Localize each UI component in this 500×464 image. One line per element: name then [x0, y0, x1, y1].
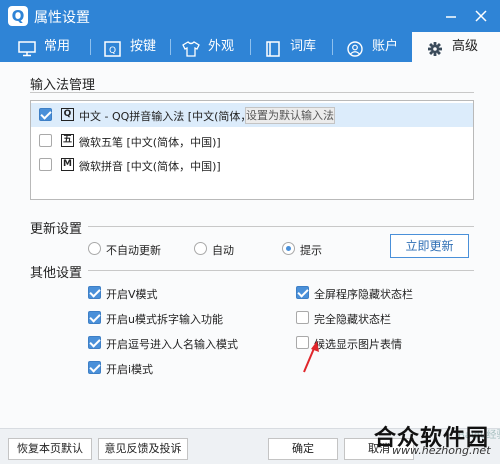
other-heading: 其他设置	[30, 266, 83, 281]
option-label: 候选显示图片表情	[314, 338, 402, 351]
ime-label: 中文 - QQ拼音输入法 [中文(简体，...	[79, 110, 262, 123]
keyboard-icon: Q	[104, 39, 122, 57]
minimize-icon[interactable]	[444, 6, 458, 32]
tab-label: 高级	[452, 39, 479, 54]
list-item[interactable]: M 微软拼音 [中文(简体，中国)]	[31, 153, 473, 177]
update-heading: 更新设置	[30, 222, 83, 237]
radio-auto-update[interactable]	[194, 242, 207, 255]
shirt-icon	[182, 39, 200, 57]
v-mode-checkbox[interactable]	[88, 286, 101, 299]
watermark-url: www.hezhong.net	[392, 444, 491, 457]
tab-separator	[250, 39, 251, 55]
tab-separator	[170, 39, 171, 55]
svg-text:Q: Q	[109, 46, 116, 56]
user-icon	[346, 39, 364, 57]
qq-pinyin-icon: Q	[61, 108, 74, 121]
monitor-icon	[18, 39, 36, 57]
tab-label: 外观	[208, 39, 235, 54]
ime-label: 微软五笔 [中文(简体，中国)]	[79, 136, 221, 149]
tab-keys[interactable]: Q 按键	[104, 32, 166, 62]
app-logo-icon: Q	[8, 6, 28, 26]
feedback-button[interactable]: 意见反馈及投诉	[98, 438, 188, 460]
list-item[interactable]: Q 中文 - QQ拼音输入法 [中文(简体，... 设置为默认输入法	[31, 103, 473, 127]
radio-no-auto-update[interactable]	[88, 242, 101, 255]
u-mode-checkbox[interactable]	[88, 311, 101, 324]
tab-common[interactable]: 常用	[18, 32, 80, 62]
option-label: 全屏程序隐藏状态栏	[314, 288, 413, 301]
hide-statusbar-fullscreen-checkbox[interactable]	[296, 286, 309, 299]
divider	[88, 270, 474, 271]
tab-bar: 常用 Q 按键 外观 词库 账户 高级	[0, 32, 500, 62]
tab-label: 按键	[130, 39, 157, 54]
list-item[interactable]: 五 微软五笔 [中文(简体，中国)]	[31, 129, 473, 153]
update-now-button[interactable]: 立即更新	[390, 234, 469, 258]
book-icon	[264, 39, 282, 57]
window-title: 属性设置	[34, 10, 90, 26]
tab-separator	[332, 39, 333, 55]
tab-account[interactable]: 账户	[346, 32, 408, 62]
option-label: 开启V模式	[106, 288, 158, 301]
radio-prompt-update[interactable]	[282, 242, 295, 255]
name-mode-checkbox[interactable]	[88, 336, 101, 349]
radio-label: 提示	[300, 244, 322, 257]
title-bar: Q 属性设置	[0, 0, 500, 32]
tab-advanced[interactable]: 高级	[412, 32, 500, 62]
red-arrow-annotation	[300, 340, 322, 377]
ime-label: 微软拼音 [中文(简体，中国)]	[79, 160, 221, 173]
radio-label: 自动	[212, 244, 234, 257]
divider	[30, 92, 474, 93]
tab-label: 常用	[44, 39, 71, 54]
ime-checkbox[interactable]	[39, 108, 52, 121]
close-icon[interactable]	[474, 6, 488, 32]
tab-appearance[interactable]: 外观	[182, 32, 244, 62]
tab-label: 词库	[290, 39, 317, 54]
tab-dictionary[interactable]: 词库	[264, 32, 326, 62]
restore-defaults-button[interactable]: 恢复本页默认	[8, 438, 92, 460]
option-label: 完全隐藏状态栏	[314, 313, 391, 326]
option-label: 开启u模式拆字输入功能	[106, 313, 223, 326]
ms-pinyin-icon: M	[61, 158, 74, 171]
radio-label: 不自动更新	[106, 244, 161, 257]
option-label: 开启i模式	[106, 363, 154, 376]
ok-button[interactable]: 确定	[268, 438, 338, 460]
gear-icon	[426, 39, 444, 56]
set-default-button[interactable]: 设置为默认输入法	[245, 107, 335, 124]
tab-separator	[90, 39, 91, 55]
ime-checkbox[interactable]	[39, 134, 52, 147]
ime-checkbox[interactable]	[39, 158, 52, 171]
hide-statusbar-checkbox[interactable]	[296, 311, 309, 324]
watermark: Baidu经验 合众软件园 www.hezhong.net	[366, 418, 500, 464]
option-label: 开启逗号进入人名输入模式	[106, 338, 238, 351]
wubi-icon: 五	[61, 134, 74, 147]
ime-list: Q 中文 - QQ拼音输入法 [中文(简体，... 设置为默认输入法 五 微软五…	[30, 100, 474, 200]
tab-label: 账户	[372, 39, 399, 54]
ime-heading: 输入法管理	[30, 78, 96, 93]
divider	[88, 226, 474, 227]
settings-window: Q 属性设置 常用 Q 按键 外观 词库 账户 高级 输入法管理 Q 中文 - …	[0, 0, 500, 464]
i-mode-checkbox[interactable]	[88, 361, 101, 374]
